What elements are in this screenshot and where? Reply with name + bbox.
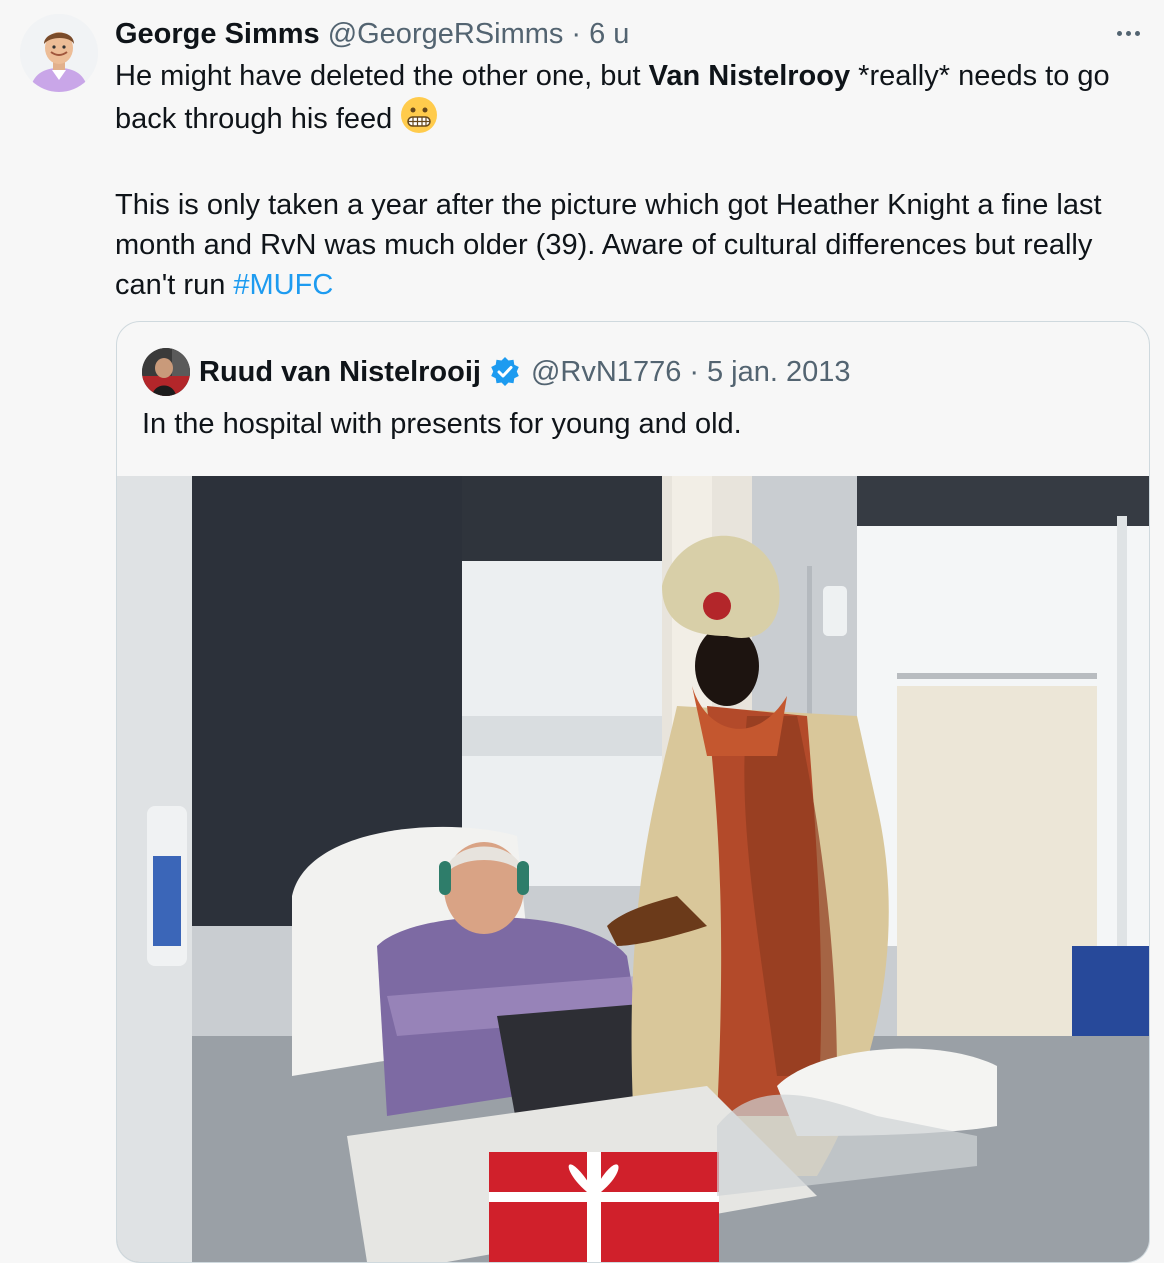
author-handle[interactable]: @GeorgeRSimms	[328, 18, 564, 51]
more-icon[interactable]	[1108, 18, 1148, 48]
text-segment: He might have deleted the other one, but	[115, 60, 649, 92]
quoted-photo[interactable]	[117, 476, 1149, 1262]
tweet[interactable]: George Simms @GeorgeRSimms · 6 u He migh…	[0, 0, 1164, 1263]
quoted-author-avatar[interactable]	[142, 348, 190, 396]
quoted-date[interactable]: 5 jan. 2013	[707, 356, 851, 389]
tweet-time[interactable]: 6 u	[589, 18, 629, 51]
author-avatar[interactable]	[20, 14, 98, 92]
author-name[interactable]: George Simms	[115, 18, 320, 51]
verified-badge-icon	[489, 356, 521, 388]
separator: ·	[689, 355, 699, 388]
tweet-text: He might have deleted the other one, but…	[115, 56, 1145, 305]
bold-name: Van Nistelrooy	[648, 60, 851, 92]
separator: ·	[571, 17, 582, 50]
grimacing-face-emoji	[400, 96, 438, 145]
quoted-author-handle[interactable]: @RvN1776	[531, 356, 681, 389]
tweet-header: George Simms @GeorgeRSimms · 6 u	[115, 14, 629, 54]
quoted-tweet[interactable]: Ruud van Nistelrooij @RvN1776 · 5 jan. 2…	[116, 321, 1150, 1263]
hashtag-link[interactable]: #MUFC	[233, 269, 333, 301]
quoted-header: Ruud van Nistelrooij @RvN1776 · 5 jan. 2…	[199, 352, 851, 392]
tweet-paragraph-1: He might have deleted the other one, but…	[115, 56, 1145, 145]
quoted-author-name[interactable]: Ruud van Nistelrooij	[199, 356, 481, 389]
quoted-text: In the hospital with presents for young …	[142, 408, 742, 440]
tweet-paragraph-2: This is only taken a year after the pict…	[115, 185, 1145, 305]
